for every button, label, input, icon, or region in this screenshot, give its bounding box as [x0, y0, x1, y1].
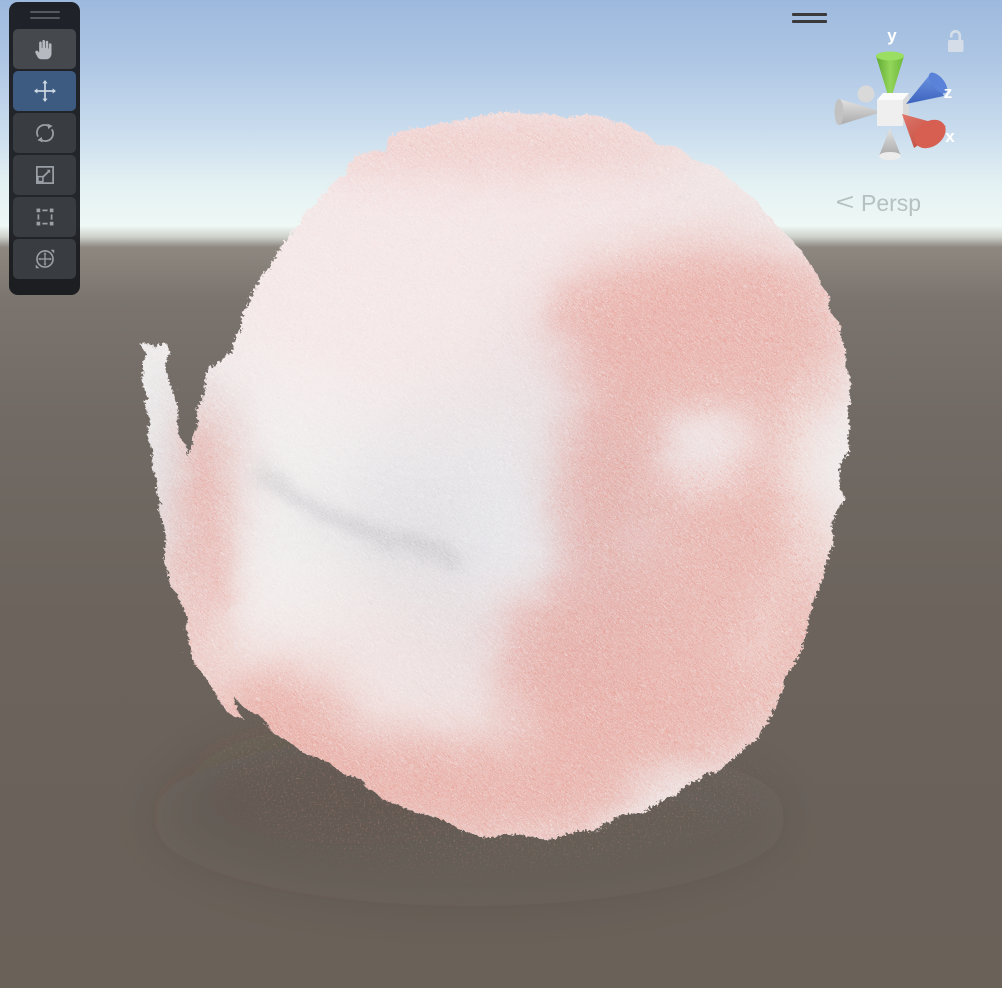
- scale-tool-button[interactable]: [13, 155, 76, 195]
- rect-icon: [32, 204, 58, 230]
- scale-icon: [32, 162, 58, 188]
- gizmo-y-label[interactable]: y: [887, 26, 897, 45]
- transform-tool-button[interactable]: [13, 239, 76, 279]
- gizmo-axis-negz[interactable]: [858, 86, 875, 103]
- rect-tool-button[interactable]: [13, 197, 76, 237]
- view-tool-button[interactable]: [13, 29, 76, 69]
- drag-handle-bar: [30, 17, 60, 19]
- gizmo-x-label[interactable]: x: [945, 127, 955, 146]
- rotate-icon: [32, 120, 58, 146]
- scene-orientation-gizmo: y z x: [812, 8, 1002, 188]
- gizmo-axis-negx[interactable]: [835, 99, 883, 125]
- scene-viewport[interactable]: y z x < Persp: [0, 0, 1002, 988]
- chevron-left-icon: <: [836, 189, 855, 217]
- gizmo-cube[interactable]: [877, 93, 909, 126]
- tools-overlay: [9, 2, 80, 295]
- hand-icon: [32, 36, 58, 62]
- move-tool-button[interactable]: [13, 71, 76, 111]
- rotate-tool-button[interactable]: [13, 113, 76, 153]
- tools-overlay-drag-handle[interactable]: [30, 11, 60, 19]
- move-icon: [32, 78, 58, 104]
- drag-handle-bar: [30, 11, 60, 13]
- projection-label: Persp: [861, 190, 921, 217]
- gizmo-axis-negy[interactable]: [879, 128, 901, 160]
- gizmo-z-label[interactable]: z: [944, 83, 953, 102]
- projection-toggle[interactable]: < Persp: [838, 189, 921, 217]
- transform-icon: [32, 246, 58, 272]
- tool-buttons: [13, 29, 76, 279]
- lock-icon[interactable]: [944, 28, 968, 56]
- gizmo-axis-x[interactable]: [902, 114, 951, 154]
